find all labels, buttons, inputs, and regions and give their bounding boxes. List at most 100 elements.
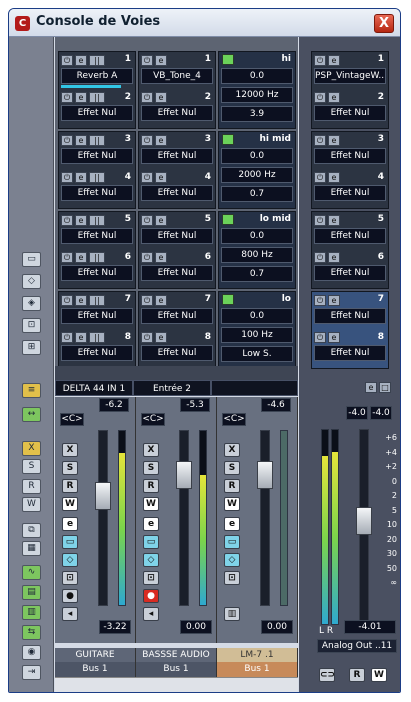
eq-freq[interactable]: 12000 Hz bbox=[221, 87, 293, 103]
eq-band[interactable]: hi 0.0 12000 Hz 3.9 bbox=[218, 51, 296, 129]
eq-gain[interactable]: 0.0 bbox=[221, 148, 293, 164]
channel-name[interactable]: BASSSE AUDIO bbox=[136, 648, 217, 662]
insert-name[interactable]: Effet Nul bbox=[141, 308, 213, 324]
eq-gain[interactable]: 0.0 bbox=[221, 308, 293, 324]
eq-gain[interactable]: 0.0 bbox=[221, 228, 293, 244]
insert-name[interactable]: Effet Nul bbox=[141, 148, 213, 164]
sends-button[interactable]: ⊡ bbox=[224, 571, 240, 585]
insert-name[interactable]: Effet Nul bbox=[61, 345, 133, 361]
filter-icon[interactable]: ≡ bbox=[22, 383, 41, 398]
edit-icon[interactable]: e bbox=[75, 55, 87, 66]
insert-slot[interactable]: ⏻ e || 5 Effet Nul ⏻ e || 6 Effet Nul bbox=[58, 211, 136, 289]
view-inserts-button[interactable]: ▭ bbox=[22, 252, 41, 267]
power-icon[interactable]: ⏻ bbox=[61, 92, 73, 103]
edit-button[interactable]: e bbox=[224, 517, 240, 531]
master-write-button[interactable]: W bbox=[371, 668, 387, 682]
master-edit-icon[interactable]: e bbox=[365, 382, 377, 393]
insert-name[interactable]: Effet Nul bbox=[61, 308, 133, 324]
output-icon[interactable]: ⇥ bbox=[22, 665, 41, 680]
insert-name[interactable]: Effet Nul bbox=[61, 228, 133, 244]
fader-value[interactable]: 0.00 bbox=[180, 620, 212, 634]
horizontal-scrollbar[interactable] bbox=[55, 677, 298, 692]
master-window-icon[interactable]: □ bbox=[379, 382, 391, 393]
eq-band[interactable]: lo 0.0 100 Hz Low S. bbox=[218, 291, 296, 369]
insert-name[interactable]: Effet Nul bbox=[141, 345, 213, 361]
eq-band[interactable]: hi mid 0.0 2000 Hz 0.7 bbox=[218, 131, 296, 209]
write-button[interactable]: W bbox=[224, 497, 240, 511]
monitor-button[interactable]: ◂ bbox=[62, 607, 78, 621]
mute-button[interactable]: X bbox=[62, 443, 78, 457]
channel-fader[interactable] bbox=[176, 461, 192, 489]
title-bar[interactable]: C Console de Voies X bbox=[9, 9, 400, 37]
paste-icon[interactable]: ▦ bbox=[22, 541, 41, 556]
midi-icon[interactable]: ◉ bbox=[22, 645, 41, 660]
master-insert-slot[interactable]: ⏻e1 PSP_VintageW...er ⏻e2 Effet Nul bbox=[311, 51, 389, 129]
output-routing[interactable]: Entrée 2 bbox=[133, 380, 211, 396]
solo-button[interactable]: S bbox=[143, 461, 159, 475]
insert-name[interactable]: Reverb A bbox=[61, 68, 133, 84]
input-routing[interactable]: DELTA 44 IN 1 bbox=[55, 380, 133, 396]
master-read-button[interactable]: R bbox=[349, 668, 365, 682]
close-button[interactable]: X bbox=[374, 14, 394, 33]
channel-fader[interactable] bbox=[95, 482, 111, 510]
eq-band[interactable]: lo mid 0.0 800 Hz 0.7 bbox=[218, 211, 296, 289]
solo-button[interactable]: S bbox=[224, 461, 240, 475]
bars-icon[interactable]: ▤ bbox=[22, 585, 41, 600]
master-insert-slot[interactable]: ⏻ e 3 Effet Nul ⏻ e 4 Effet Nul bbox=[311, 131, 389, 209]
eq-bypass-button[interactable]: ◇ bbox=[143, 553, 159, 567]
global-solo-button[interactable]: S bbox=[22, 459, 41, 474]
insert-name[interactable]: Effet Nul bbox=[141, 265, 213, 281]
arrows-icon[interactable]: ⇆ bbox=[22, 625, 41, 640]
pan-display[interactable]: <C> bbox=[60, 413, 84, 426]
solo-button[interactable]: S bbox=[62, 461, 78, 475]
eq-gain[interactable]: 0.0 bbox=[221, 68, 293, 84]
insert-bypass-button[interactable]: ▭ bbox=[143, 535, 159, 549]
monitor-button[interactable]: ◂ bbox=[143, 607, 159, 621]
view-routing-button[interactable]: ⊡ bbox=[22, 318, 41, 333]
eq-q[interactable]: Low S. bbox=[221, 346, 293, 362]
insert-name[interactable]: Effet Nul bbox=[61, 185, 133, 201]
insert-slot[interactable]: ⏻ e || 3 Effet Nul ⏻ e || 4 Effet Nul bbox=[58, 131, 136, 209]
view-sends-button[interactable]: ◈ bbox=[22, 296, 41, 311]
eq-freq[interactable]: 800 Hz bbox=[221, 247, 293, 263]
read-button[interactable]: R bbox=[143, 479, 159, 493]
eq-bypass-button[interactable]: ◇ bbox=[224, 553, 240, 567]
eq-q[interactable]: 3.9 bbox=[221, 106, 293, 122]
fader-value[interactable]: 0.00 bbox=[261, 620, 293, 634]
insert-name[interactable]: Effet Nul bbox=[141, 105, 213, 121]
link-icon[interactable]: ↔ bbox=[22, 407, 41, 422]
insert-name[interactable]: Effet Nul bbox=[141, 228, 213, 244]
write-button[interactable]: W bbox=[143, 497, 159, 511]
mute-button[interactable]: X bbox=[224, 443, 240, 457]
master-link-button[interactable]: ⊂⊃ bbox=[319, 668, 335, 682]
bus-label[interactable]: Bus 1 bbox=[217, 662, 298, 677]
view-settings-button[interactable]: ⊞ bbox=[22, 340, 41, 355]
keyboard-icon[interactable]: ▥ bbox=[224, 607, 240, 621]
eq-bypass-button[interactable]: ◇ bbox=[62, 553, 78, 567]
insert-slot[interactable]: ⏻ e 3 Effet Nul ⏻ e 4 Effet Nul bbox=[138, 131, 216, 209]
bypass-icon[interactable]: || bbox=[89, 55, 105, 66]
master-insert-slot[interactable]: ⏻ e 5 Effet Nul ⏻ e 6 Effet Nul bbox=[311, 211, 389, 289]
insert-slot[interactable]: ⏻ e 5 Effet Nul ⏻ e 6 Effet Nul bbox=[138, 211, 216, 289]
read-button[interactable]: R bbox=[224, 479, 240, 493]
pan-display[interactable]: <C> bbox=[141, 413, 165, 426]
edit-button[interactable]: e bbox=[143, 517, 159, 531]
eq-q[interactable]: 0.7 bbox=[221, 186, 293, 202]
global-write-button[interactable]: W bbox=[22, 497, 41, 512]
master-fader[interactable] bbox=[356, 507, 372, 535]
master-insert-slot[interactable]: ⏻ e 7 Effet Nul ⏻ e 8 Effet Nul bbox=[311, 291, 389, 369]
insert-name[interactable]: VB_Tone_4 bbox=[141, 68, 213, 84]
bus-label[interactable]: Bus 1 bbox=[136, 662, 217, 677]
insert-slot[interactable]: ⏻ e || 1 Reverb A ⏻ e || 2 Effet Nul bbox=[58, 51, 136, 129]
global-mute-button[interactable]: X bbox=[22, 441, 41, 456]
eq-power-icon[interactable] bbox=[222, 54, 234, 65]
pan-display[interactable]: <C> bbox=[222, 413, 246, 426]
bus-label[interactable]: Bus 1 bbox=[55, 662, 136, 677]
sends-button[interactable]: ⊡ bbox=[143, 571, 159, 585]
insert-slot[interactable]: ⏻ e || 7 Effet Nul ⏻ e || 8 Effet Nul bbox=[58, 291, 136, 369]
write-button[interactable]: W bbox=[62, 497, 78, 511]
master-output-name[interactable]: Analog Out ..11 bbox=[317, 639, 397, 653]
insert-slot[interactable]: ⏻ e 7 Effet Nul ⏻ e 8 Effet Nul bbox=[138, 291, 216, 369]
insert-slot[interactable]: ⏻ e 1 VB_Tone_4 ⏻ e 2 Effet Nul bbox=[138, 51, 216, 129]
master-fader-value[interactable]: -4.01 bbox=[344, 620, 396, 634]
